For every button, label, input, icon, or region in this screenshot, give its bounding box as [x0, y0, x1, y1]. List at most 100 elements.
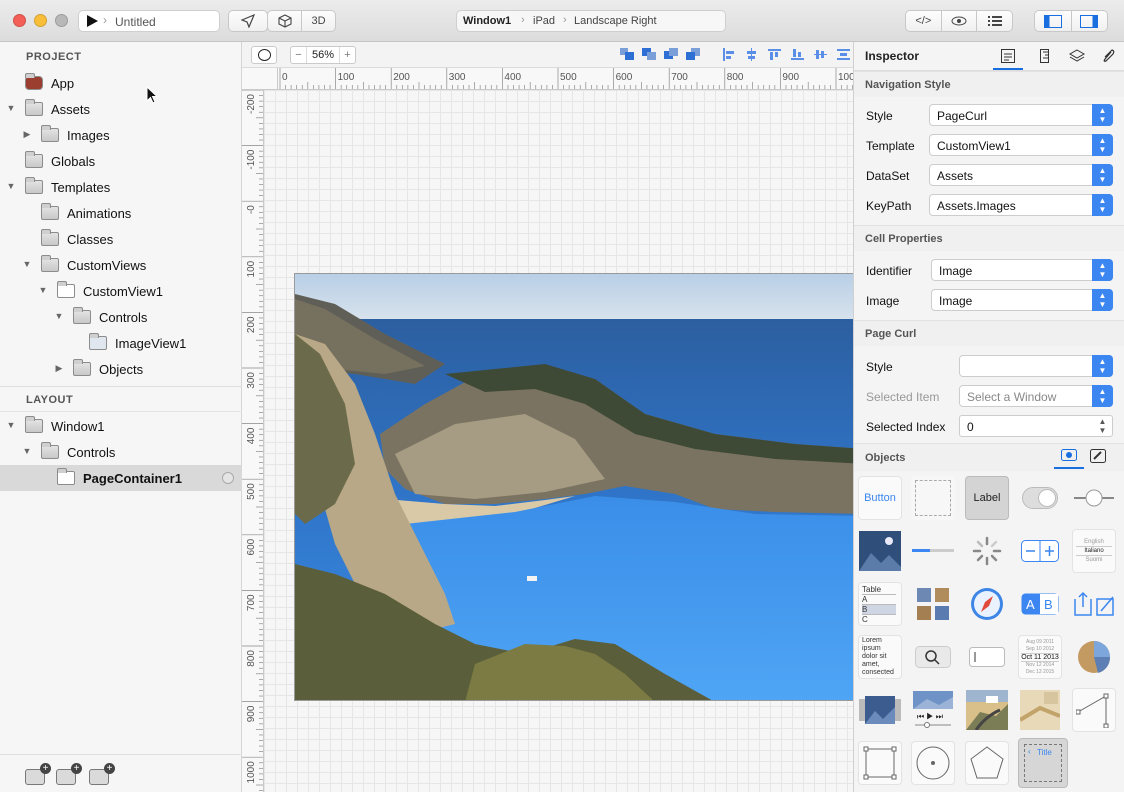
preview-button[interactable]: [940, 11, 977, 31]
popup-chevron-icon[interactable]: ▲ ▼: [1092, 104, 1113, 126]
project-row-globals[interactable]: Globals: [0, 148, 242, 174]
popup-chevron-icon[interactable]: ▲ ▼: [1092, 194, 1113, 216]
property-popup[interactable]: Image ▲ ▼: [931, 259, 1113, 281]
index-stepper-field[interactable]: 0 ▲ ▼: [959, 415, 1113, 437]
add-asset-button[interactable]: +: [89, 763, 115, 785]
view-mode-segment[interactable]: 3D: [267, 10, 336, 32]
align-middle-icon[interactable]: [814, 48, 827, 61]
object-segmented-control[interactable]: AB: [1018, 582, 1062, 626]
run-target-field[interactable]: › Untitled: [78, 10, 220, 32]
zoom-value[interactable]: 56%: [307, 47, 339, 63]
disclosure-open-icon[interactable]: ▼: [38, 285, 48, 295]
align-left-icon[interactable]: [722, 48, 735, 61]
disclosure-open-icon[interactable]: ▼: [6, 103, 16, 113]
object-textview[interactable]: Lorem ipsum dolor sit amet, consected: [858, 635, 902, 679]
object-navigation-bar[interactable]: ‹ Title: [1018, 738, 1068, 788]
tab-size[interactable]: [1037, 46, 1055, 70]
stepper-arrows-icon[interactable]: ▲ ▼: [1092, 415, 1113, 437]
list-view-button[interactable]: [976, 11, 1012, 31]
project-row-templates[interactable]: ▼ Templates: [0, 174, 242, 200]
disclosure-open-icon[interactable]: ▼: [54, 311, 64, 321]
editor-mode-segment[interactable]: </>: [905, 10, 1013, 32]
popup-chevron-icon[interactable]: ▲ ▼: [1092, 289, 1113, 311]
property-popup[interactable]: Assets ▲ ▼: [929, 164, 1113, 186]
object-polygon[interactable]: [965, 741, 1009, 785]
object-searchbar[interactable]: [911, 635, 955, 679]
disclosure-open-icon[interactable]: ▼: [6, 420, 16, 430]
project-row-assets[interactable]: ▼ Assets: [0, 96, 242, 122]
zoom-in-button[interactable]: +: [339, 47, 355, 63]
tab-attachments[interactable]: [1101, 46, 1119, 70]
object-pickerview[interactable]: English Italiano Suomi: [1072, 529, 1116, 573]
disclosure-closed-icon[interactable]: ▶: [54, 363, 64, 374]
3d-view-button[interactable]: 3D: [301, 11, 335, 31]
play-icon[interactable]: [85, 14, 99, 28]
visibility-toggle-icon[interactable]: [222, 472, 234, 484]
distribute-icon[interactable]: [837, 48, 850, 61]
object-stepper[interactable]: [1018, 529, 1062, 573]
panel-toggle-segment[interactable]: [1034, 10, 1108, 32]
breadcrumb-device[interactable]: iPad: [533, 15, 555, 27]
layout-row-pagecontainer1[interactable]: PageContainer1: [0, 465, 242, 491]
project-row-customviews[interactable]: ▼ CustomViews: [0, 252, 242, 278]
page-container-image[interactable]: [294, 273, 864, 701]
toggle-left-panel-button[interactable]: [1035, 11, 1071, 31]
object-datepicker[interactable]: Aug 09 2011 Sep 10 2012 Oct 11 2013 Nov …: [1018, 635, 1062, 679]
property-popup[interactable]: CustomView1 ▲ ▼: [929, 134, 1113, 156]
send-back-icon[interactable]: [686, 48, 700, 60]
disclosure-closed-icon[interactable]: ▶: [22, 129, 32, 140]
object-oval[interactable]: [911, 741, 955, 785]
disclosure-open-icon[interactable]: ▼: [22, 446, 32, 456]
property-popup[interactable]: Image ▲ ▼: [931, 289, 1113, 311]
object-tableview[interactable]: Table A B C: [858, 582, 902, 626]
object-label[interactable]: Label: [965, 476, 1009, 520]
object-webview[interactable]: [965, 582, 1009, 626]
add-window-button[interactable]: +: [25, 763, 51, 785]
object-switch[interactable]: [1018, 476, 1062, 520]
toggle-right-panel-button[interactable]: [1070, 11, 1108, 31]
minimize-window-button[interactable]: [34, 14, 47, 27]
project-row-customview1[interactable]: ▼ CustomView1: [0, 278, 242, 304]
object-mapview[interactable]: [1018, 688, 1062, 732]
bring-front-icon[interactable]: [620, 48, 634, 60]
object-chart[interactable]: [1072, 635, 1116, 679]
object-activity-indicator[interactable]: [965, 529, 1009, 573]
send-button[interactable]: [228, 10, 268, 32]
canvas-grid[interactable]: [264, 90, 864, 792]
project-row-app[interactable]: App: [0, 70, 242, 96]
zoom-out-button[interactable]: −: [291, 47, 307, 63]
object-button[interactable]: Button: [858, 476, 902, 520]
popup-chevron-icon[interactable]: ▲ ▼: [1092, 385, 1113, 407]
code-view-button[interactable]: </>: [906, 11, 941, 31]
breadcrumb-orientation[interactable]: Landscape Right: [574, 15, 657, 27]
add-customview-button[interactable]: +: [56, 763, 82, 785]
tab-layers[interactable]: [1068, 46, 1087, 70]
project-row-imageview1[interactable]: ImageView1: [0, 330, 242, 356]
objects-tab-tools[interactable]: [1090, 449, 1106, 466]
object-rectangle[interactable]: [858, 741, 902, 785]
objects-tab-visual[interactable]: [1054, 443, 1084, 469]
project-row-classes[interactable]: Classes: [0, 226, 242, 252]
cube-view-button[interactable]: [268, 11, 301, 31]
project-row-controls[interactable]: ▼ Controls: [0, 304, 242, 330]
object-collectionview[interactable]: [911, 582, 955, 626]
disclosure-open-icon[interactable]: ▼: [6, 181, 16, 191]
property-popup[interactable]: ▲ ▼: [959, 355, 1113, 377]
popup-chevron-icon[interactable]: ▲ ▼: [1092, 134, 1113, 156]
send-backward-icon[interactable]: [664, 48, 678, 60]
layout-row-window1[interactable]: ▼ Window1: [0, 413, 242, 439]
popup-chevron-icon[interactable]: ▲ ▼: [1092, 164, 1113, 186]
align-bottom-icon[interactable]: [791, 48, 804, 61]
project-row-images[interactable]: ▶ Images: [0, 122, 242, 148]
object-scrollview[interactable]: [965, 688, 1009, 732]
property-popup[interactable]: Select a Window ▲ ▼: [959, 385, 1113, 407]
project-row-animations[interactable]: Animations: [0, 200, 242, 226]
disclosure-open-icon[interactable]: ▼: [22, 259, 32, 269]
align-center-icon[interactable]: [745, 48, 758, 61]
object-pagecontainer[interactable]: [858, 688, 902, 732]
project-row-objects[interactable]: ▶ Objects: [0, 356, 242, 382]
popup-chevron-icon[interactable]: ▲ ▼: [1092, 355, 1113, 377]
popup-chevron-icon[interactable]: ▲ ▼: [1092, 259, 1113, 281]
object-view[interactable]: [911, 476, 955, 520]
object-slider[interactable]: [1072, 476, 1116, 520]
